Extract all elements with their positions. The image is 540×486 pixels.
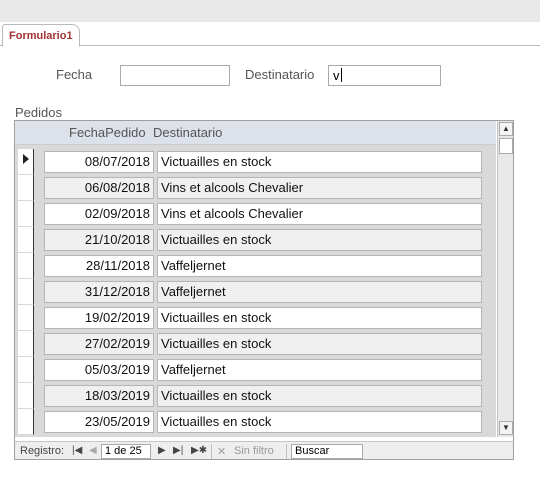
new-record-icon[interactable]: ▶✱: [191, 445, 207, 456]
scroll-down-icon[interactable]: ▼: [499, 421, 513, 435]
record-selector[interactable]: [18, 383, 34, 409]
current-record-field[interactable]: 1 de 25: [101, 444, 151, 459]
table-row[interactable]: 19/02/2019 Victuailles en stock: [15, 305, 496, 331]
scroll-up-icon[interactable]: ▲: [499, 122, 513, 136]
window-top-strip: [0, 0, 540, 22]
destinatario-cell[interactable]: Vaffeljernet: [157, 359, 482, 381]
column-header-fechapedido[interactable]: FechaPedido: [69, 125, 146, 140]
search-field[interactable]: Buscar: [291, 444, 363, 459]
record-selector[interactable]: [18, 227, 34, 253]
destinatario-cell[interactable]: Victuailles en stock: [157, 307, 482, 329]
destinatario-value: v: [333, 68, 340, 83]
fecha-field[interactable]: [120, 65, 230, 86]
fechapedido-cell[interactable]: 31/12/2018: [44, 281, 154, 303]
table-row[interactable]: 31/12/2018 Vaffeljernet: [15, 279, 496, 305]
record-selector[interactable]: [18, 279, 34, 305]
scroll-thumb[interactable]: [499, 138, 513, 154]
subform-label: Pedidos: [15, 105, 62, 120]
table-row[interactable]: 02/09/2018 Vins et alcools Chevalier: [15, 201, 496, 227]
fechapedido-cell[interactable]: 18/03/2019: [44, 385, 154, 407]
filter-off-icon[interactable]: ✕: [217, 445, 226, 458]
record-selector[interactable]: [18, 149, 34, 175]
fechapedido-cell[interactable]: 21/10/2018: [44, 229, 154, 251]
last-record-icon[interactable]: ▶|: [173, 445, 183, 456]
destinatario-cell[interactable]: Victuailles en stock: [157, 229, 482, 251]
record-navigation-bar: Registro: |◀ ◀ 1 de 25 ▶ ▶| ▶✱ ✕ Sin fil…: [15, 441, 513, 459]
record-selector[interactable]: [18, 409, 34, 435]
next-record-icon[interactable]: ▶: [158, 445, 166, 456]
vertical-scrollbar[interactable]: ▲ ▼: [497, 121, 513, 437]
table-row[interactable]: 08/07/2018 Victuailles en stock: [15, 149, 496, 175]
fechapedido-cell[interactable]: 08/07/2018: [44, 151, 154, 173]
grid-rows: 08/07/2018 Victuailles en stock 06/08/20…: [15, 145, 496, 437]
nav-divider: [211, 444, 212, 459]
table-row[interactable]: 23/05/2019 Victuailles en stock: [15, 409, 496, 435]
table-row[interactable]: 18/03/2019 Victuailles en stock: [15, 383, 496, 409]
table-row[interactable]: 06/08/2018 Vins et alcools Chevalier: [15, 175, 496, 201]
table-row[interactable]: 27/02/2019 Victuailles en stock: [15, 331, 496, 357]
fechapedido-cell[interactable]: 27/02/2019: [44, 333, 154, 355]
pedidos-subform: FechaPedido Destinatario 08/07/2018 Vict…: [14, 120, 514, 460]
document-tab-bar: Formulario1: [0, 22, 540, 47]
previous-record-icon[interactable]: ◀: [89, 445, 97, 456]
destinatario-cell[interactable]: Victuailles en stock: [157, 385, 482, 407]
destinatario-label: Destinatario: [245, 67, 315, 82]
destinatario-cell[interactable]: Victuailles en stock: [157, 333, 482, 355]
first-record-icon[interactable]: |◀: [72, 445, 82, 456]
destinatario-cell[interactable]: Victuailles en stock: [157, 411, 482, 433]
destinatario-field[interactable]: v: [328, 65, 441, 86]
grid-header: FechaPedido Destinatario: [15, 121, 496, 145]
table-row[interactable]: 05/03/2019 Vaffeljernet: [15, 357, 496, 383]
record-selector[interactable]: [18, 305, 34, 331]
fechapedido-cell[interactable]: 05/03/2019: [44, 359, 154, 381]
record-selector[interactable]: [18, 357, 34, 383]
column-header-destinatario[interactable]: Destinatario: [153, 125, 222, 140]
tab-formulario1[interactable]: Formulario1: [2, 24, 80, 47]
fechapedido-cell[interactable]: 19/02/2019: [44, 307, 154, 329]
record-selector[interactable]: [18, 175, 34, 201]
text-caret: [340, 68, 342, 82]
fechapedido-cell[interactable]: 23/05/2019: [44, 411, 154, 433]
sin-filtro-button[interactable]: Sin filtro: [234, 445, 274, 457]
destinatario-cell[interactable]: Vaffeljernet: [157, 255, 482, 277]
nav-divider: [286, 444, 287, 459]
record-selector[interactable]: [18, 201, 34, 227]
fecha-label: Fecha: [56, 67, 93, 82]
record-selector[interactable]: [18, 253, 34, 279]
table-row[interactable]: 21/10/2018 Victuailles en stock: [15, 227, 496, 253]
destinatario-cell[interactable]: Vins et alcools Chevalier: [157, 177, 482, 199]
destinatario-cell[interactable]: Vaffeljernet: [157, 281, 482, 303]
fechapedido-cell[interactable]: 06/08/2018: [44, 177, 154, 199]
destinatario-cell[interactable]: Vins et alcools Chevalier: [157, 203, 482, 225]
registro-label: Registro:: [20, 445, 65, 457]
table-row[interactable]: 28/11/2018 Vaffeljernet: [15, 253, 496, 279]
record-selector[interactable]: [18, 331, 34, 357]
destinatario-cell[interactable]: Victuailles en stock: [157, 151, 482, 173]
fechapedido-cell[interactable]: 28/11/2018: [44, 255, 154, 277]
fechapedido-cell[interactable]: 02/09/2018: [44, 203, 154, 225]
